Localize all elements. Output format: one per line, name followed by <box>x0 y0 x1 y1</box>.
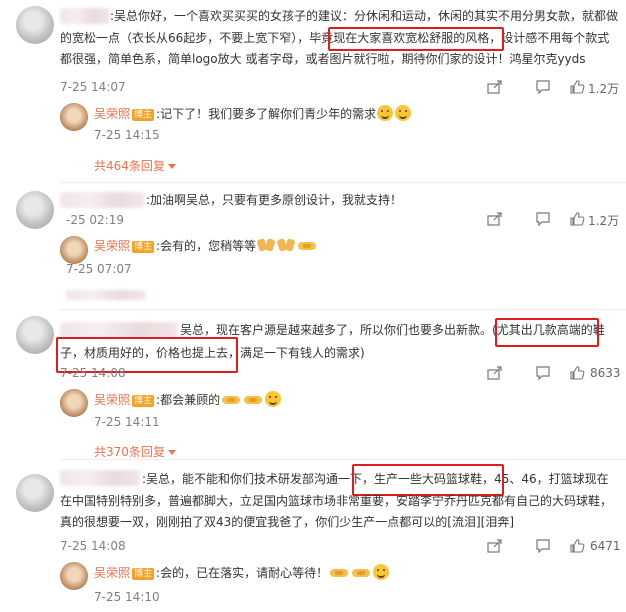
reply-time: 7-25 07:07 <box>66 262 132 276</box>
divider <box>60 459 626 460</box>
reply-time: 7-25 14:10 <box>94 590 160 604</box>
reply-time: 7-25 14:11 <box>94 415 160 429</box>
like-icon[interactable] <box>568 364 586 381</box>
avatar[interactable] <box>60 236 88 264</box>
like-icon[interactable] <box>568 210 586 227</box>
handshake-icon <box>221 394 241 406</box>
blurred-username <box>60 322 178 338</box>
comment-time: 7-25 14:08 <box>60 539 126 553</box>
reply-author[interactable]: 吴荣照 <box>94 393 130 407</box>
pray-icon <box>277 238 295 252</box>
comment-text: 在中国特别特别多，普遍都脚大，立足国内篮球市场非常重要，安踏李宁乔丹匹克都有自己… <box>60 491 612 511</box>
divider <box>60 182 626 183</box>
reply-text: 吴荣照 博主:都会兼顾的 <box>94 390 282 410</box>
comment-text: :吴总你好，一个喜欢买买买的女孩子的建议：分休闲和运动，休闲的其实不用分男女款，… <box>110 6 620 26</box>
handshake-icon <box>297 240 317 252</box>
highlight-box <box>328 27 504 51</box>
like-count: 1.2万 <box>588 214 620 228</box>
more-replies-link[interactable]: 共370条回复 <box>94 443 176 460</box>
comment-text: 真的很想要一双，刚刚拍了双43的便宜我爸了，你们少生产一点都可以的[流泪][泪奔… <box>60 512 514 532</box>
like-icon[interactable] <box>568 537 586 554</box>
author-badge: 博主 <box>132 241 155 253</box>
highlight-box <box>495 318 599 347</box>
like-count: 8633 <box>590 366 621 380</box>
blurred-more-replies[interactable] <box>66 290 146 300</box>
reply-author[interactable]: 吴荣照 <box>94 566 130 580</box>
handshake-icon <box>351 567 371 579</box>
reply-content: :会有的，您稍等等 <box>156 239 257 253</box>
divider <box>60 309 626 310</box>
pray-icon <box>257 238 275 252</box>
comment-time: 7-25 14:07 <box>60 80 126 94</box>
reply-text: 吴荣照 博主:记下了！我们要多了解你们青少年的需求 <box>94 104 412 124</box>
reply-content: :都会兼顾的 <box>156 393 221 407</box>
reply-content: :记下了！我们要多了解你们青少年的需求 <box>156 107 377 121</box>
like-count: 1.2万 <box>588 82 620 96</box>
comment-line: 在中国特别特别多，普遍都脚大，立足国内篮球市场非常重要，安踏李宁乔丹匹克都有自己… <box>60 494 613 508</box>
blurred-username <box>60 470 140 486</box>
reply-text: 吴荣照 博主:会有的，您稍等等 <box>94 236 318 256</box>
avatar[interactable] <box>16 474 54 512</box>
comment-icon[interactable] <box>534 79 552 95</box>
avatar[interactable] <box>60 103 88 131</box>
more-replies-label: 共370条回复 <box>94 445 165 459</box>
avatar[interactable] <box>60 389 88 417</box>
handshake-icon <box>329 567 349 579</box>
share-icon[interactable] <box>486 79 504 95</box>
author-badge: 博主 <box>132 568 155 580</box>
share-icon[interactable] <box>486 365 504 381</box>
comment-text: :加油啊吴总，只要有更多原创设计，我就支持！ <box>146 193 403 207</box>
smile-emoji-icon <box>395 105 412 121</box>
comment-icon[interactable] <box>534 365 552 381</box>
avatar[interactable] <box>16 316 54 354</box>
reply-text: 吴荣照 博主:会的，已在落实，请耐心等待！ <box>94 563 390 583</box>
avatar[interactable] <box>16 6 54 44</box>
like-icon[interactable] <box>568 78 586 95</box>
blurred-username <box>60 192 144 208</box>
author-badge: 博主 <box>132 395 155 407</box>
share-icon[interactable] <box>486 211 504 227</box>
author-badge: 博主 <box>132 109 155 121</box>
comment-line: :吴总，能不能和你们技术研发部沟通一下， <box>142 472 375 486</box>
blurred-username <box>60 8 110 24</box>
dropdown-icon <box>167 450 176 455</box>
handshake-icon <box>243 394 263 406</box>
comment-line: 的宽松一点（衣长从66起步，不要上宽下窄）， <box>60 31 310 45</box>
dropdown-icon <box>167 164 176 169</box>
avatar[interactable] <box>60 562 88 590</box>
comment-line: 满足一下有钱人的需求) <box>240 346 365 360</box>
comment-text: 都很强，简单色系，简单logo放大 或者字母，或者图片就行啦，期待你们家的设计！… <box>60 49 620 69</box>
comment-line: 真的很想要一双，刚刚拍了双43的便宜我爸了，你们少生产一点都可以的[流泪][泪奔… <box>60 515 514 529</box>
comment-line: 都很强，简单色系，简单logo放大 或者字母，或者图片就行啦，期待你们家的设计！… <box>60 52 586 66</box>
comment-line: 45、46，打篮球现在 <box>494 472 609 486</box>
comment-line: 吴总，现在客户源是越来越多了，所以你们也要多出新款。 <box>180 323 493 337</box>
reply-author[interactable]: 吴荣照 <box>94 239 130 253</box>
more-replies-link[interactable]: 共464条回复 <box>94 157 176 174</box>
smile-emoji-icon <box>373 564 390 580</box>
reply-time: 7-25 14:15 <box>94 128 160 142</box>
comment-icon[interactable] <box>534 538 552 554</box>
reply-content: :会的，已在落实，请耐心等待！ <box>156 566 329 580</box>
more-replies-label: 共464条回复 <box>94 159 165 173</box>
comment-line: :吴总你好，一个喜欢买买买的女孩子的建议：分休闲和运动，休闲的其实不用分男女款，… <box>110 9 619 23</box>
avatar[interactable] <box>16 191 54 229</box>
smile-emoji-icon <box>265 391 282 407</box>
comment-line: 设计感不用每个款式 <box>501 31 610 45</box>
smile-emoji-icon <box>377 105 394 121</box>
comment-time: -25 02:19 <box>66 213 124 227</box>
comment-icon[interactable] <box>534 211 552 227</box>
comment-time: 7-25 14:08 <box>60 366 126 380</box>
like-count: 6471 <box>590 539 621 553</box>
share-icon[interactable] <box>486 538 504 554</box>
reply-author[interactable]: 吴荣照 <box>94 107 130 121</box>
